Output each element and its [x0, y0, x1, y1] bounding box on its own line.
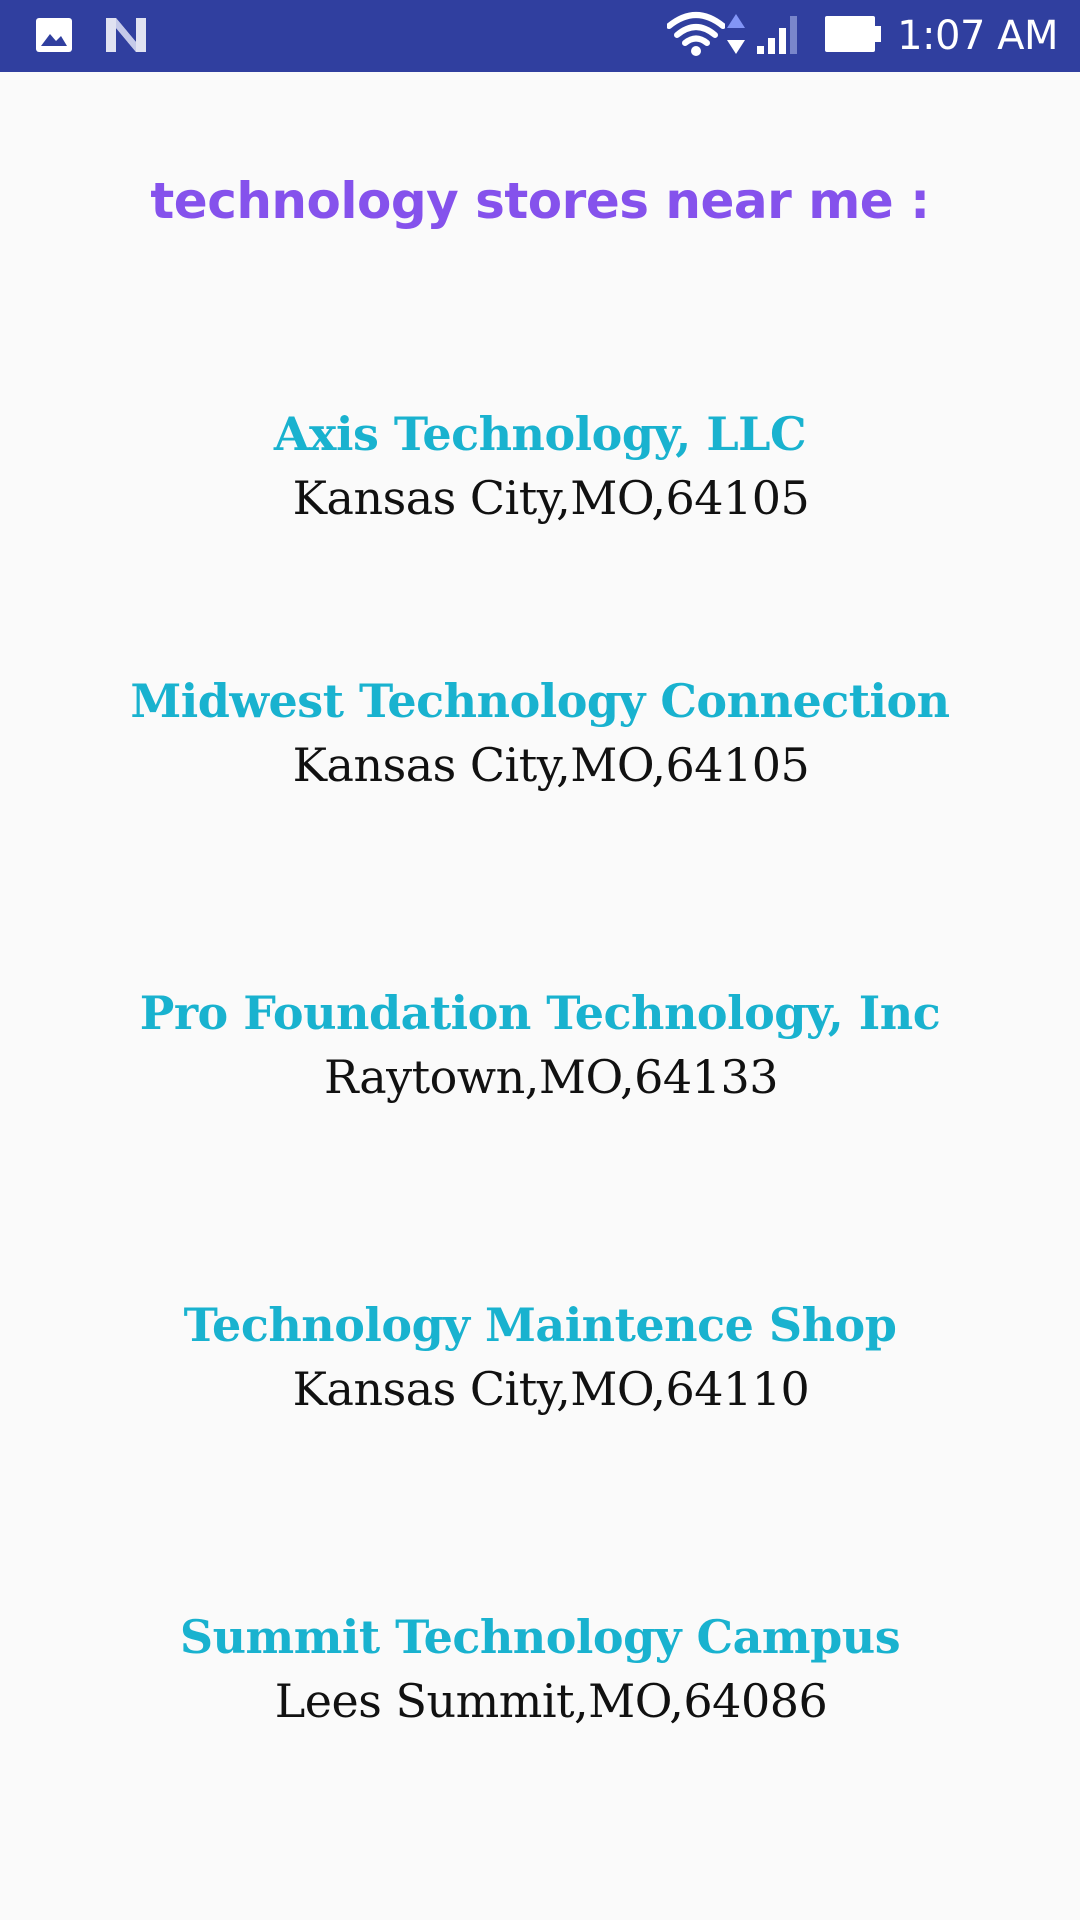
- store-item-pro-foundation[interactable]: Pro Foundation Technology, Inc Raytown,M…: [0, 981, 1080, 1109]
- store-name: Axis Technology, LLC: [273, 407, 807, 461]
- status-time: 1:07 AM: [897, 13, 1058, 59]
- signal-icon: [753, 10, 803, 63]
- store-address: Raytown,MO,64133: [324, 1050, 778, 1104]
- n-app-icon: [104, 14, 148, 59]
- store-item-maintence-shop[interactable]: Technology Maintence Shop Kansas City,MO…: [0, 1293, 1080, 1421]
- store-address: Lees Summit,MO,64086: [274, 1674, 828, 1728]
- store-address: Kansas City,MO,64105: [292, 471, 810, 525]
- image-icon: [34, 14, 74, 59]
- store-name: Technology Maintence Shop: [183, 1298, 897, 1352]
- battery-icon: [823, 14, 883, 59]
- store-name: Midwest Technology Connection: [130, 674, 950, 728]
- page-title: technology stores near me :: [150, 172, 930, 230]
- store-item-summit[interactable]: Summit Technology Campus Lees Summit,MO,…: [0, 1605, 1080, 1733]
- status-icons: 1:07 AM: [666, 0, 1058, 72]
- store-item-axis[interactable]: Axis Technology, LLC Kansas City,MO,6410…: [0, 402, 1080, 530]
- store-name: Summit Technology Campus: [179, 1610, 901, 1664]
- data-arrows-icon: [725, 10, 747, 63]
- status-bar: 1:07 AM: [0, 0, 1080, 72]
- store-item-midwest[interactable]: Midwest Technology Connection Kansas Cit…: [0, 669, 1080, 797]
- wifi-icon: [666, 10, 727, 63]
- store-name: Pro Foundation Technology, Inc: [139, 986, 941, 1040]
- store-address: Kansas City,MO,64105: [292, 738, 810, 792]
- store-address: Kansas City,MO,64110: [292, 1362, 810, 1416]
